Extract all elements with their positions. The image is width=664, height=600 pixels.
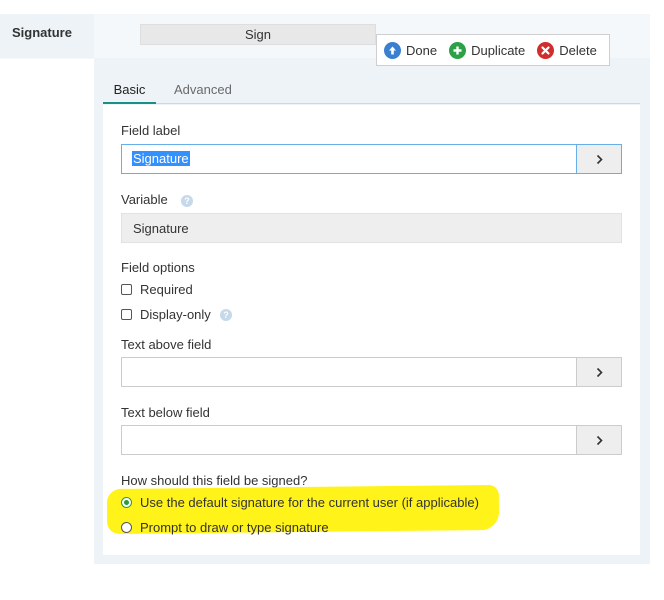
delete-button[interactable]: Delete — [537, 41, 597, 59]
prompt-signature-label: Prompt to draw or type signature — [140, 520, 329, 535]
required-option[interactable]: Required — [121, 282, 193, 297]
duplicate-label: Duplicate — [471, 42, 526, 58]
settings-tabs: Basic Advanced — [103, 80, 640, 104]
display-only-checkbox[interactable] — [121, 309, 132, 320]
text-below-heading: Text below field — [121, 405, 210, 420]
chevron-right-icon — [596, 154, 603, 164]
signing-method-heading: How should this field be signed? — [121, 473, 308, 488]
close-icon — [537, 41, 555, 59]
field-type-label: Signature — [0, 14, 94, 58]
default-signature-radio[interactable] — [121, 497, 132, 508]
display-only-label: Display-only — [140, 307, 211, 322]
tab-basic[interactable]: Basic — [103, 80, 156, 104]
default-signature-option[interactable]: Use the default signature for the curren… — [121, 495, 479, 510]
field-label-input-group: Signature — [121, 144, 622, 174]
field-label-value: Signature — [132, 151, 190, 166]
text-above-heading: Text above field — [121, 337, 212, 352]
variable-heading: Variable — [121, 192, 168, 207]
text-above-expand-button[interactable] — [576, 357, 622, 387]
default-signature-label: Use the default signature for the curren… — [140, 495, 479, 510]
help-icon[interactable]: ? — [220, 309, 232, 321]
signature-preview[interactable]: Sign — [140, 24, 376, 45]
text-below-input[interactable] — [121, 425, 576, 455]
tab-advanced[interactable]: Advanced — [174, 80, 232, 104]
arrow-up-icon — [384, 41, 401, 59]
text-above-input-group — [121, 357, 622, 387]
text-below-expand-button[interactable] — [576, 425, 622, 455]
text-below-input-group — [121, 425, 622, 455]
required-label: Required — [140, 282, 193, 297]
field-label-expand-button[interactable] — [576, 144, 622, 174]
chevron-right-icon — [596, 435, 603, 445]
field-options-heading: Field options — [121, 260, 195, 275]
duplicate-button[interactable]: Duplicate — [449, 41, 526, 59]
done-button[interactable]: Done — [384, 41, 438, 59]
display-only-option[interactable]: Display-only — [121, 307, 211, 322]
required-checkbox[interactable] — [121, 284, 132, 295]
done-label: Done — [406, 42, 438, 58]
prompt-signature-option[interactable]: Prompt to draw or type signature — [121, 520, 329, 535]
chevron-right-icon — [596, 367, 603, 377]
prompt-signature-radio[interactable] — [121, 522, 132, 533]
delete-label: Delete — [559, 42, 597, 58]
help-icon[interactable]: ? — [181, 195, 193, 207]
plus-icon — [449, 41, 467, 59]
variable-value: Signature — [121, 213, 622, 243]
text-above-input[interactable] — [121, 357, 576, 387]
field-label-heading: Field label — [121, 123, 181, 138]
field-label-input[interactable]: Signature — [121, 144, 576, 174]
field-action-bar: Done Duplicate Delete — [376, 34, 610, 66]
